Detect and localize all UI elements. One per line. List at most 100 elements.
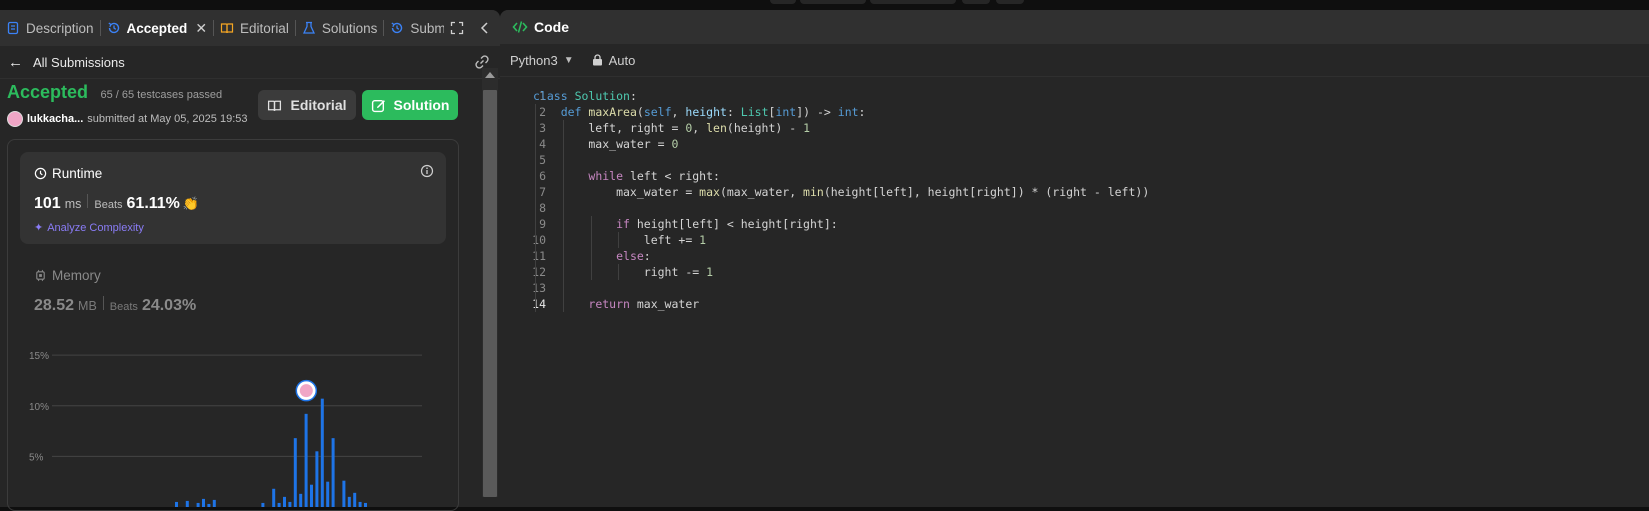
editorial-button[interactable]: Editorial	[258, 90, 356, 120]
code-text: left, right = 0, len(height) - 1	[533, 121, 811, 135]
code-line[interactable]: 4 max_water = 0	[500, 136, 1649, 152]
username[interactable]: lukkacha...	[27, 113, 83, 125]
edit-icon	[371, 99, 385, 112]
indent-guide	[562, 120, 564, 312]
code-line[interactable]: 5	[500, 152, 1649, 168]
runtime-distribution-chart[interactable]: 15% 10% 5%	[20, 345, 440, 507]
chart-bar	[212, 499, 216, 507]
chart-bar	[185, 500, 189, 507]
memory-label: Memory	[52, 268, 101, 283]
auto-mode[interactable]: Auto	[592, 52, 636, 68]
chart-bar	[261, 502, 265, 507]
submission-status: Accepted 65 / 65 testcases passed lukkac…	[7, 82, 247, 127]
chart-bar	[331, 438, 335, 507]
chart-bar	[293, 438, 297, 507]
tab-solutions[interactable]: Solutions	[296, 10, 384, 46]
tab-accepted[interactable]: Accepted ✕	[101, 10, 214, 46]
back-arrow-icon[interactable]: ←	[8, 54, 23, 71]
toolbar-stub	[962, 0, 990, 4]
toolbar-stub	[800, 0, 866, 4]
code-icon	[512, 21, 528, 33]
chart-bar	[353, 492, 357, 507]
code-line[interactable]: 14 return max_water	[500, 296, 1649, 312]
code-line[interactable]: 13	[500, 280, 1649, 296]
code-line[interactable]: 6 while left < right:	[500, 168, 1649, 184]
book-icon	[220, 23, 234, 34]
solution-button[interactable]: Solution	[362, 90, 458, 120]
memory-unit: MB	[78, 299, 97, 313]
language-select[interactable]: Python3 ▼	[510, 53, 574, 68]
code-line[interactable]: 7 max_water = max(max_water, min(height[…	[500, 184, 1649, 200]
toolbar-stub	[870, 0, 956, 4]
submitter-info: lukkacha... submitted at May 05, 2025 19…	[7, 111, 247, 127]
code-editor[interactable]: 1 class Solution: 2 def maxArea(self, heig…	[500, 88, 1649, 312]
chart-bar	[320, 398, 324, 507]
chart-bar	[196, 502, 200, 507]
tab-editorial[interactable]: Editorial	[214, 10, 295, 46]
memory-beats: 24.03%	[141, 297, 197, 314]
chart-bar	[283, 496, 286, 507]
runtime-unit: ms	[64, 197, 82, 211]
runtime-card[interactable]: Runtime 101 ms Beats 61.11% 👏 ✦ Analyze …	[20, 152, 446, 244]
line-number: 8	[539, 201, 546, 215]
scrollbar-thumb[interactable]	[483, 90, 497, 497]
flask-icon	[302, 21, 315, 34]
code-text: left += 1	[533, 233, 707, 247]
analyze-complexity-link[interactable]: ✦ Analyze Complexity	[34, 221, 144, 235]
memory-number: 28.52	[34, 297, 75, 314]
code-line[interactable]: 9 if height[left] < height[right]:	[500, 216, 1649, 232]
toolbar-stub	[996, 0, 1024, 4]
code-line[interactable]: 10 left += 1	[500, 232, 1649, 248]
scroll-up-arrow-icon[interactable]	[485, 72, 495, 78]
chevron-left-icon[interactable]	[478, 21, 492, 35]
runtime-beats: 61.11%	[126, 195, 180, 212]
code-line[interactable]: 8	[500, 200, 1649, 216]
code-text: class Solution:	[533, 89, 637, 103]
auto-label: Auto	[608, 52, 636, 68]
indent-guide	[618, 232, 620, 248]
description-icon	[7, 21, 19, 35]
code-text: max_water = 0	[533, 137, 679, 151]
avatar-marker	[299, 384, 313, 398]
chart-bar	[342, 480, 346, 507]
chart-bar	[272, 488, 276, 507]
chip-icon	[36, 269, 45, 282]
all-submissions-link[interactable]: All Submissions	[33, 55, 125, 70]
close-icon[interactable]: ✕	[195, 20, 207, 37]
avatar[interactable]	[7, 111, 23, 127]
chart-bar	[175, 501, 178, 507]
indent-guide	[590, 216, 592, 280]
code-text: return max_water	[588, 297, 700, 311]
code-line[interactable]: 12 right -= 1	[500, 264, 1649, 280]
chart-bar	[288, 501, 292, 507]
code-line[interactable]: 11 else:	[500, 248, 1649, 264]
tab-description[interactable]: Description	[0, 10, 100, 46]
tab-label: Description	[26, 20, 94, 36]
code-text: right -= 1	[533, 265, 714, 279]
chart-bar	[358, 501, 362, 507]
code-text: while left < right:	[588, 169, 720, 183]
code-line[interactable]: 1 class Solution:	[500, 88, 1649, 104]
info-icon[interactable]	[420, 164, 434, 178]
divider	[102, 296, 104, 310]
code-line[interactable]: 2 def maxArea(self, height: List[int]) -…	[500, 104, 1649, 120]
tab-bar: Description Accepted ✕ Editorial Solutio…	[0, 10, 500, 46]
book-icon	[268, 100, 282, 111]
code-toolbar: Python3 ▼ Auto	[500, 44, 1649, 77]
line-number: 13	[532, 281, 546, 295]
chart-bar	[347, 496, 351, 507]
editorial-button-label: Editorial	[290, 97, 347, 113]
code-panel: Code Python3 ▼ Auto 1 class Solution: 2 de…	[500, 10, 1649, 507]
memory-title[interactable]: Memory	[34, 268, 101, 283]
code-line[interactable]: 3 left, right = 0, len(height) - 1	[500, 120, 1649, 136]
maximize-icon[interactable]	[450, 21, 464, 35]
clock-icon	[34, 167, 47, 180]
code-text: def maxArea(self, height: List[int]) -> …	[560, 105, 866, 119]
testcases-passed: 65 / 65 testcases passed	[100, 89, 223, 101]
submitted-time: submitted at May 05, 2025 19:53	[87, 113, 248, 125]
clap-icon: 👏	[182, 196, 200, 211]
indent-guide	[618, 264, 620, 280]
history-icon	[107, 22, 119, 34]
runtime-title: Runtime	[34, 166, 102, 181]
indent-guide	[535, 104, 536, 312]
